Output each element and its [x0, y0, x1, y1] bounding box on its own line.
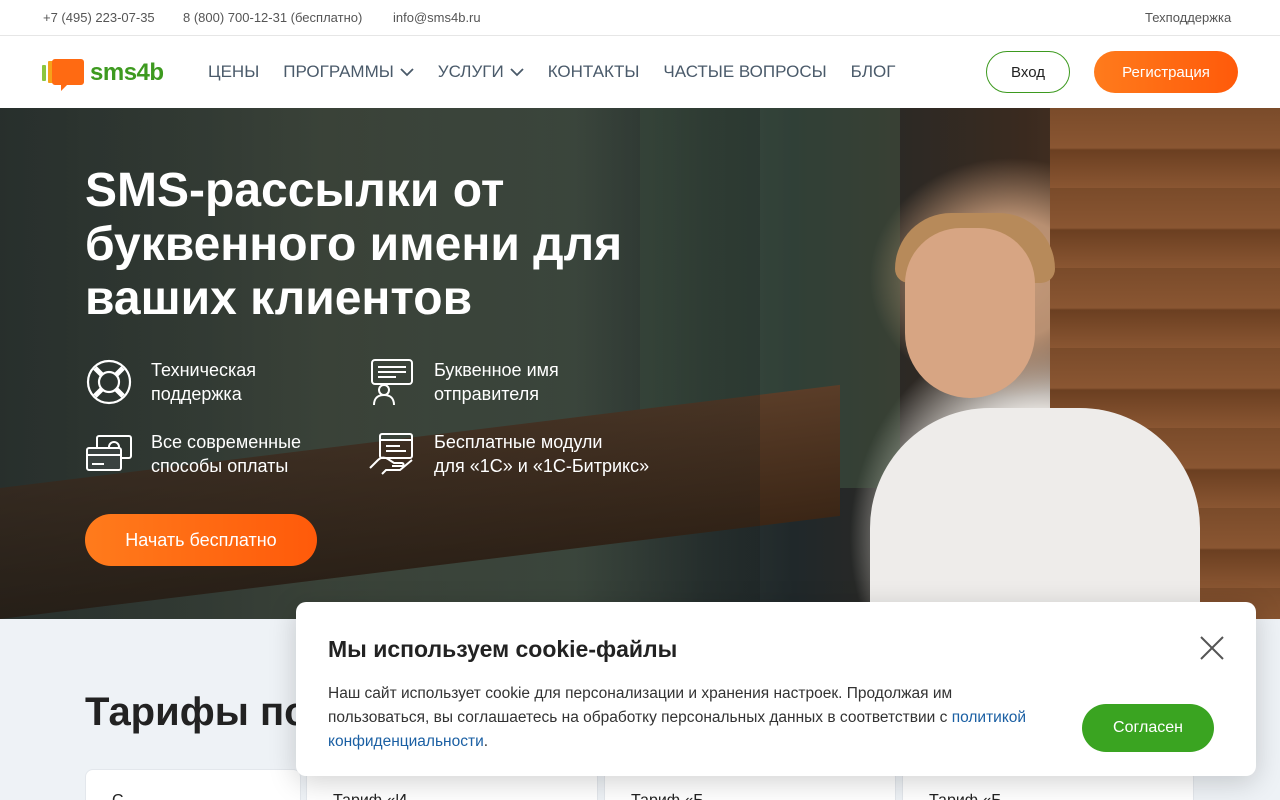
hero-banner: SMS-рассылки от буквенного имени для ваш… — [0, 108, 1280, 619]
cookie-text: Наш сайт использует cookie для персонали… — [328, 682, 1028, 754]
feature-text: Все современные способы оплаты — [151, 432, 302, 476]
feature-support: Техническая поддержка — [85, 358, 256, 406]
lifebuoy-icon — [86, 359, 132, 405]
nav-label: ПРОГРАММЫ — [283, 62, 394, 81]
nav-menu: ЦЕНЫ ПРОГРАММЫ УСЛУГИ КОНТАКТЫ ЧАСТЫЕ ВО… — [208, 62, 919, 82]
logo-text: sms4b — [90, 59, 164, 86]
feature-payments: Все современные способы оплаты — [85, 430, 301, 478]
phone-link-moscow[interactable]: +7 (495) 223-07-35 — [43, 10, 155, 25]
phone-link-free[interactable]: 8 (800) 700-12-31 (бесплатно) — [183, 10, 362, 25]
nav-item-services[interactable]: УСЛУГИ — [438, 62, 524, 82]
register-button[interactable]: Регистрация — [1094, 51, 1238, 93]
accept-cookies-button[interactable]: Согласен — [1082, 704, 1214, 752]
email-link[interactable]: info@sms4b.ru — [393, 10, 481, 25]
nav-label: ЧАСТЫЕ ВОПРОСЫ — [663, 62, 827, 81]
cookie-consent-banner: Мы используем cookie-файлы Наш сайт испо… — [296, 602, 1256, 776]
sms4b-logo-icon — [42, 59, 84, 91]
nav-label: ЦЕНЫ — [208, 62, 260, 81]
hero-photo-face — [905, 228, 1035, 398]
nav-label: УСЛУГИ — [437, 62, 504, 81]
sender-name-icon — [371, 359, 413, 406]
tariff-card-title: Тариф «Б — [631, 792, 704, 800]
main-navigation: sms4b ЦЕНЫ ПРОГРАММЫ УСЛУГИ КОНТАКТЫ ЧАС… — [0, 36, 1280, 108]
tariff-card[interactable]: С — [85, 769, 301, 800]
tariff-card-title: Тариф «И — [333, 792, 407, 800]
nav-item-faq[interactable]: ЧАСТЫЕ ВОПРОСЫ — [663, 62, 826, 82]
modules-hand-icon — [369, 433, 413, 475]
nav-item-programs[interactable]: ПРОГРАММЫ — [283, 62, 414, 82]
nav-item-prices[interactable]: ЦЕНЫ — [208, 62, 259, 82]
payment-cards-icon — [86, 435, 132, 471]
nav-item-blog[interactable]: БЛОГ — [851, 62, 896, 82]
top-contact-bar: +7 (495) 223-07-35 8 (800) 700-12-31 (бе… — [0, 0, 1280, 36]
feature-text: Буквенное имя отправителя — [434, 360, 559, 404]
chevron-down-icon — [400, 67, 414, 76]
nav-item-contacts[interactable]: КОНТАКТЫ — [548, 62, 640, 82]
feature-text: Бесплатные модули для «1С» и «1С-Битрикс… — [434, 432, 650, 476]
feature-modules: Бесплатные модули для «1С» и «1С-Битрикс… — [368, 430, 649, 478]
tariff-card-title: Тариф «Б — [929, 792, 1002, 800]
hero-photo-person — [870, 408, 1200, 619]
nav-label: КОНТАКТЫ — [547, 62, 640, 81]
close-icon[interactable] — [1198, 634, 1226, 662]
support-link[interactable]: Техподдержка — [1145, 10, 1231, 25]
tariffs-section-title: Тарифы по — [85, 690, 309, 734]
hero-title: SMS-рассылки от буквенного имени для ваш… — [85, 164, 623, 325]
cookie-text-end: . — [483, 733, 489, 750]
cookie-text-body: Наш сайт использует cookie для персонали… — [328, 685, 953, 726]
feature-sender-name: Буквенное имя отправителя — [368, 358, 559, 406]
cookie-title: Мы используем cookie-файлы — [328, 636, 678, 662]
start-free-button[interactable]: Начать бесплатно — [85, 514, 317, 566]
site-logo[interactable]: sms4b — [42, 55, 164, 91]
tariff-card-title: С — [112, 792, 124, 800]
chevron-down-icon — [510, 67, 524, 76]
feature-text: Техническая поддержка — [151, 360, 257, 404]
login-button[interactable]: Вход — [986, 51, 1070, 93]
nav-label: БЛОГ — [850, 62, 896, 81]
